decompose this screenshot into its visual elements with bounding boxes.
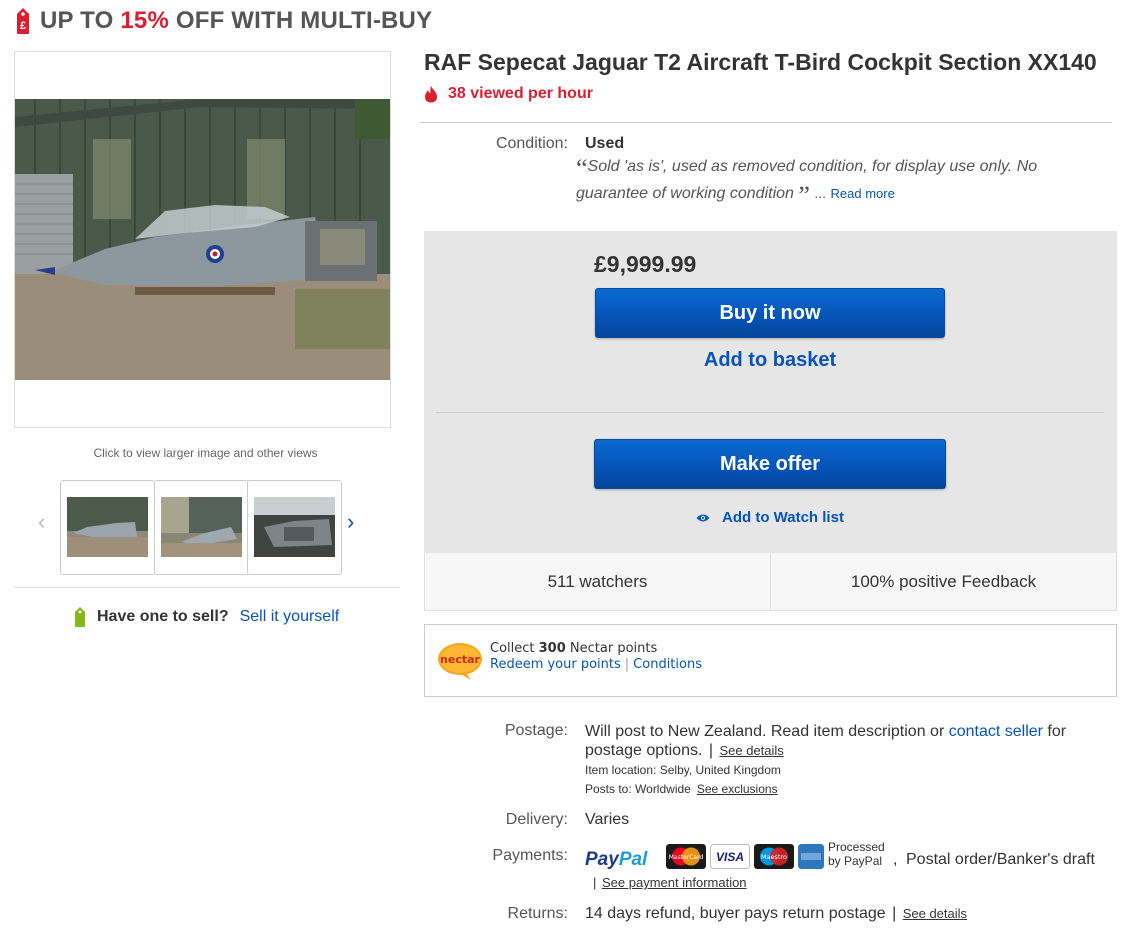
contact-seller-link[interactable]: contact seller: [949, 723, 1043, 740]
see-exclusions-link[interactable]: See exclusions: [697, 782, 778, 796]
divider: [14, 587, 400, 588]
viewed-text: 38 viewed per hour: [448, 85, 593, 102]
svg-text:VISA: VISA: [716, 850, 744, 864]
multi-buy-promo: £ UP TO 15% OFF WITH MULTI-BUY: [12, 6, 432, 36]
nectar-points-box: nectar Collect 300 Nectar points Redeem …: [424, 624, 1117, 697]
watch-label: Add to Watch list: [722, 509, 844, 526]
gallery-hint: Click to view larger image and other vie…: [93, 446, 318, 460]
postage-see-details-link[interactable]: See details: [719, 743, 783, 758]
main-image[interactable]: [15, 99, 390, 380]
add-to-basket-button[interactable]: Add to basket: [595, 349, 945, 372]
read-more-link[interactable]: Read more: [831, 186, 895, 201]
thumbnail[interactable]: [154, 480, 249, 575]
sell-it-yourself-link[interactable]: Sell it yourself: [240, 608, 340, 626]
thumbnail-image[interactable]: [161, 497, 242, 557]
condition-label: Condition:: [495, 135, 568, 152]
make-offer-button[interactable]: Make offer: [594, 439, 946, 489]
separator: ,: [893, 851, 898, 868]
open-quote-icon: “: [576, 154, 588, 183]
buy-box: £9,999.99 Buy it now Add to basket Make …: [424, 231, 1117, 611]
main-image-box[interactable]: [14, 51, 391, 428]
positive-feedback: 100% positive Feedback: [770, 553, 1116, 610]
payments-label: Payments:: [492, 847, 568, 864]
conditions-link[interactable]: Conditions: [633, 657, 702, 672]
sell-prompt: Have one to sell? Sell it yourself: [72, 606, 339, 628]
svg-text:MasterCard: MasterCard: [669, 854, 704, 861]
ellipsis: ...: [814, 185, 827, 201]
redeem-points-link[interactable]: Redeem your points: [490, 657, 621, 672]
eye-icon: [696, 514, 710, 521]
posts-to: Posts to: Worldwide See exclusions: [585, 782, 778, 796]
svg-text:£: £: [20, 20, 26, 32]
price-tag-icon: £: [17, 8, 29, 34]
payment-info: | See payment information: [593, 875, 747, 890]
processed-by-paypal: Processed by PayPal: [828, 840, 885, 868]
separator: |: [624, 657, 630, 672]
green-tag-icon: [75, 607, 85, 627]
chevron-left-icon[interactable]: ‹: [38, 511, 54, 533]
condition-value: Used: [585, 135, 625, 152]
see-payment-information-link[interactable]: See payment information: [602, 875, 747, 890]
returns-label: Returns:: [507, 905, 568, 922]
nectar-logo-text: nectar: [440, 653, 480, 666]
close-quote-icon: ”: [798, 181, 810, 210]
nectar-collect: Collect 300 Nectar points: [490, 641, 658, 656]
viewed-per-hour: 38 viewed per hour: [424, 85, 593, 103]
watchers-count: 511 watchers: [547, 571, 648, 591]
nectar-points: 300: [538, 641, 566, 656]
thumbnail[interactable]: [60, 480, 155, 575]
postage-text: Will post to New Zealand. Read item desc…: [585, 723, 1067, 759]
thumbnail-image[interactable]: [254, 497, 335, 557]
maestro-icon: Maestro: [754, 844, 794, 869]
amex-icon: [798, 844, 824, 869]
item-location: Item location: Selby, United Kingdom: [585, 763, 781, 777]
nectar-logo: nectar: [438, 643, 482, 680]
promo-text: UP TO 15% OFF WITH MULTI-BUY: [40, 7, 433, 34]
visa-icon: VISA: [710, 844, 750, 869]
item-title: RAF Sepecat Jaguar T2 Aircraft T-Bird Co…: [424, 49, 1097, 75]
buy-it-now-button[interactable]: Buy it now: [595, 288, 945, 338]
seller-stats: 511 watchers 100% positive Feedback: [424, 553, 1117, 611]
mastercard-icon: MasterCard: [666, 844, 706, 869]
svg-text:Maestro: Maestro: [761, 853, 787, 861]
divider: [420, 122, 1112, 123]
paypal-logo: PayPal: [585, 849, 648, 870]
thumbnail[interactable]: [247, 480, 342, 575]
delivery-value: Varies: [585, 811, 630, 828]
sell-question: Have one to sell?: [97, 608, 229, 625]
promo-percent: 15%: [120, 7, 169, 34]
postage-label: Postage:: [504, 722, 568, 739]
price: £9,999.99: [594, 251, 697, 277]
returns-value: 14 days refund, buyer pays return postag…: [585, 905, 968, 922]
condition-description: “Sold 'as is', used as removed condition…: [576, 154, 1076, 210]
add-to-watch-list-button[interactable]: Add to Watch list: [696, 509, 844, 526]
chevron-right-icon[interactable]: ›: [347, 511, 363, 533]
delivery-label: Delivery:: [505, 811, 568, 828]
returns-see-details-link[interactable]: See details: [903, 906, 967, 921]
other-payment-method: Postal order/Banker's draft: [906, 851, 1095, 868]
nectar-links: Redeem your points | Conditions: [490, 657, 702, 672]
flame-icon: [425, 86, 437, 103]
thumbnail-image[interactable]: [67, 497, 148, 557]
divider: [436, 412, 1104, 413]
